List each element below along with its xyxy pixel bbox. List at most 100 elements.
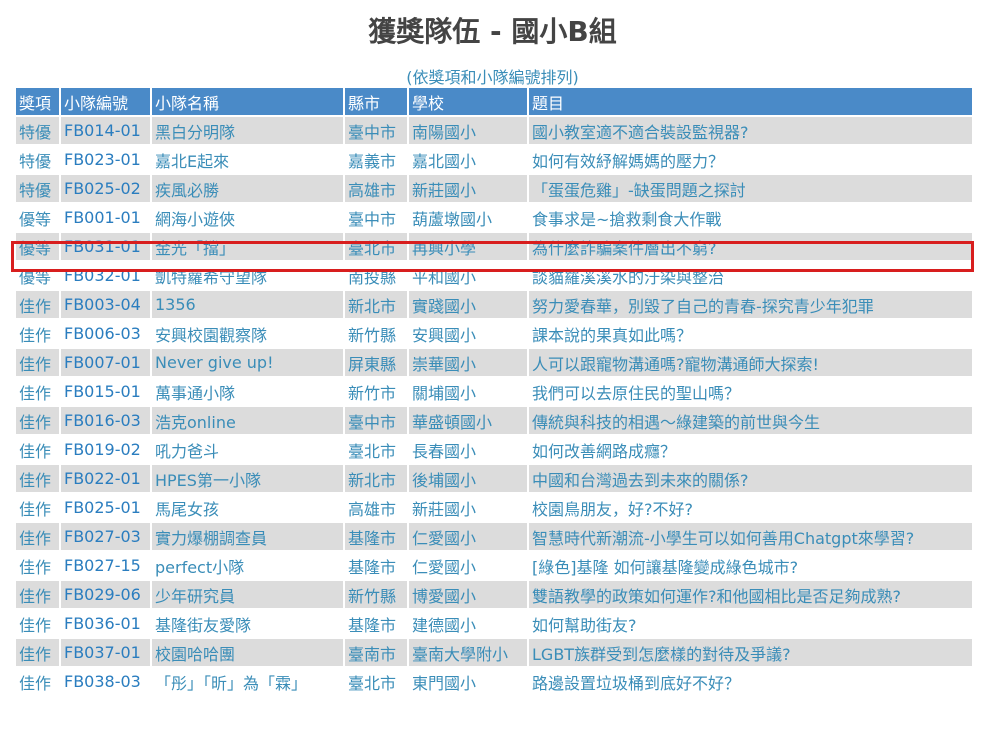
cell-topic: 傳統與科技的相遇～綠建築的前世與今生 [529, 407, 972, 434]
cell-award: 特優 [16, 175, 59, 202]
page-title: 獲獎隊伍 - 國小B組 [368, 15, 617, 48]
cell-award: 佳作 [16, 378, 59, 405]
cell-code: FB027-03 [61, 523, 150, 550]
cell-school: 再興小學 [409, 233, 527, 260]
cell-award: 佳作 [16, 552, 59, 579]
cell-school: 安興國小 [409, 320, 527, 347]
cell-team-name: 1356 [152, 291, 343, 318]
table-row: 優等 FB031-01 金光「擋」 臺北市 再興小學 為什麼詐騙案件層出不窮? [16, 233, 972, 260]
cell-topic: 談貓羅溪溪水的汙染與整治 [529, 262, 972, 289]
table-row: 特優 FB023-01 嘉北E起來 嘉義市 嘉北國小 如何有效紓解媽媽的壓力？ [16, 146, 972, 173]
cell-county: 新竹市 [345, 378, 407, 405]
cell-award: 優等 [16, 233, 59, 260]
cell-topic: 努力愛春華，別毀了自己的青春-探究青少年犯罪 [529, 291, 972, 318]
header-award: 獎項 [16, 88, 59, 115]
cell-topic: [綠色]基隆 如何讓基隆變成綠色城市? [529, 552, 972, 579]
table-header-row: 獎項 小隊編號 小隊名稱 縣市 學校 題目 [16, 88, 972, 115]
cell-county: 臺北市 [345, 436, 407, 463]
cell-code: FB025-02 [61, 175, 150, 202]
awards-table: 獎項 小隊編號 小隊名稱 縣市 學校 題目 特優 FB014-01 黑白分明隊 臺中市… [14, 86, 974, 697]
table-row: 佳作 FB019-02 吼力爸斗 臺北市 長春國小 如何改善網路成癮？ [16, 436, 972, 463]
cell-code: FB022-01 [61, 465, 150, 492]
cell-code: FB038-03 [61, 668, 150, 695]
cell-county: 高雄市 [345, 494, 407, 521]
table-row: 佳作 FB036-01 基隆街友愛隊 基隆市 建德國小 如何幫助街友? [16, 610, 972, 637]
cell-award: 佳作 [16, 494, 59, 521]
cell-county: 臺北市 [345, 668, 407, 695]
cell-award: 佳作 [16, 291, 59, 318]
cell-school: 建德國小 [409, 610, 527, 637]
cell-school: 關埔國小 [409, 378, 527, 405]
cell-school: 新莊國小 [409, 175, 527, 202]
cell-topic: 如何改善網路成癮？ [529, 436, 972, 463]
table-row: 特優 FB025-02 疾風必勝 高雄市 新莊國小 「蛋蛋危雞」-缺蛋問題之探討 [16, 175, 972, 202]
cell-code: FB036-01 [61, 610, 150, 637]
cell-school: 葫蘆墩國小 [409, 204, 527, 231]
cell-team-name: 馬尾女孩 [152, 494, 343, 521]
cell-school: 臺南大學附小 [409, 639, 527, 666]
cell-team-name: 實力爆棚調查員 [152, 523, 343, 550]
cell-code: FB016-03 [61, 407, 150, 434]
cell-county: 屏東縣 [345, 349, 407, 376]
cell-county: 臺北市 [345, 233, 407, 260]
cell-topic: 為什麼詐騙案件層出不窮? [529, 233, 972, 260]
cell-topic: 中國和台灣過去到未來的關係? [529, 465, 972, 492]
cell-topic: 如何幫助街友? [529, 610, 972, 637]
cell-school: 博愛國小 [409, 581, 527, 608]
cell-team-name: Never give up! [152, 349, 343, 376]
table-row: 佳作 FB007-01 Never give up! 屏東縣 崇華國小 人可以跟寵物溝通嗎… [16, 349, 972, 376]
cell-county: 基隆市 [345, 552, 407, 579]
cell-code: FB023-01 [61, 146, 150, 173]
cell-team-name: 基隆街友愛隊 [152, 610, 343, 637]
cell-code: FB032-01 [61, 262, 150, 289]
header-team-id: 小隊編號 [61, 88, 150, 115]
table-row: 佳作 FB006-03 安興校園觀察隊 新竹縣 安興國小 課本說的果真如此嗎？ [16, 320, 972, 347]
cell-award: 特優 [16, 146, 59, 173]
cell-topic: 雙語教學的政策如何運作?和他國相比是否足夠成熟? [529, 581, 972, 608]
cell-county: 新北市 [345, 465, 407, 492]
header-team-name: 小隊名稱 [152, 88, 343, 115]
cell-award: 佳作 [16, 407, 59, 434]
cell-team-name: perfect小隊 [152, 552, 343, 579]
table-row: 特優 FB014-01 黑白分明隊 臺中市 南陽國小 國小教室適不適合裝設監視器? [16, 117, 972, 144]
cell-county: 嘉義市 [345, 146, 407, 173]
cell-topic: 智慧時代新潮流-小學生可以如何善用Chatgpt來學習? [529, 523, 972, 550]
cell-code: FB029-06 [61, 581, 150, 608]
cell-county: 基隆市 [345, 610, 407, 637]
cell-topic: 我們可以去原住民的聖山嗎？ [529, 378, 972, 405]
cell-team-name: 金光「擋」 [152, 233, 343, 260]
cell-team-name: 嘉北E起來 [152, 146, 343, 173]
cell-award: 佳作 [16, 523, 59, 550]
cell-team-name: 浩克online [152, 407, 343, 434]
cell-county: 臺南市 [345, 639, 407, 666]
cell-code: FB014-01 [61, 117, 150, 144]
cell-county: 南投縣 [345, 262, 407, 289]
cell-team-name: HPES第一小隊 [152, 465, 343, 492]
cell-code: FB006-03 [61, 320, 150, 347]
cell-team-name: 凱特蘿希守望隊 [152, 262, 343, 289]
cell-school: 華盛頓國小 [409, 407, 527, 434]
cell-county: 基隆市 [345, 523, 407, 550]
cell-school: 南陽國小 [409, 117, 527, 144]
cell-team-name: 「彤」「昕」為「霖」 [152, 668, 343, 695]
cell-county: 新竹縣 [345, 320, 407, 347]
cell-county: 高雄市 [345, 175, 407, 202]
cell-award: 佳作 [16, 349, 59, 376]
cell-award: 優等 [16, 262, 59, 289]
cell-code: FB027-15 [61, 552, 150, 579]
cell-county: 新北市 [345, 291, 407, 318]
cell-award: 佳作 [16, 610, 59, 637]
cell-award: 佳作 [16, 668, 59, 695]
cell-team-name: 吼力爸斗 [152, 436, 343, 463]
cell-school: 仁愛國小 [409, 552, 527, 579]
cell-code: FB025-01 [61, 494, 150, 521]
cell-code: FB001-01 [61, 204, 150, 231]
table-row: 佳作 FB022-01 HPES第一小隊 新北市 後埔國小 中國和台灣過去到未來的關係? [16, 465, 972, 492]
cell-team-name: 校園哈哈團 [152, 639, 343, 666]
table-row: 佳作 FB027-03 實力爆棚調查員 基隆市 仁愛國小 智慧時代新潮流-小學生可以如何善… [16, 523, 972, 550]
cell-school: 後埔國小 [409, 465, 527, 492]
cell-team-name: 網海小遊俠 [152, 204, 343, 231]
cell-school: 新莊國小 [409, 494, 527, 521]
cell-code: FB007-01 [61, 349, 150, 376]
table-row: 佳作 FB025-01 馬尾女孩 高雄市 新莊國小 校園鳥朋友，好?不好? [16, 494, 972, 521]
